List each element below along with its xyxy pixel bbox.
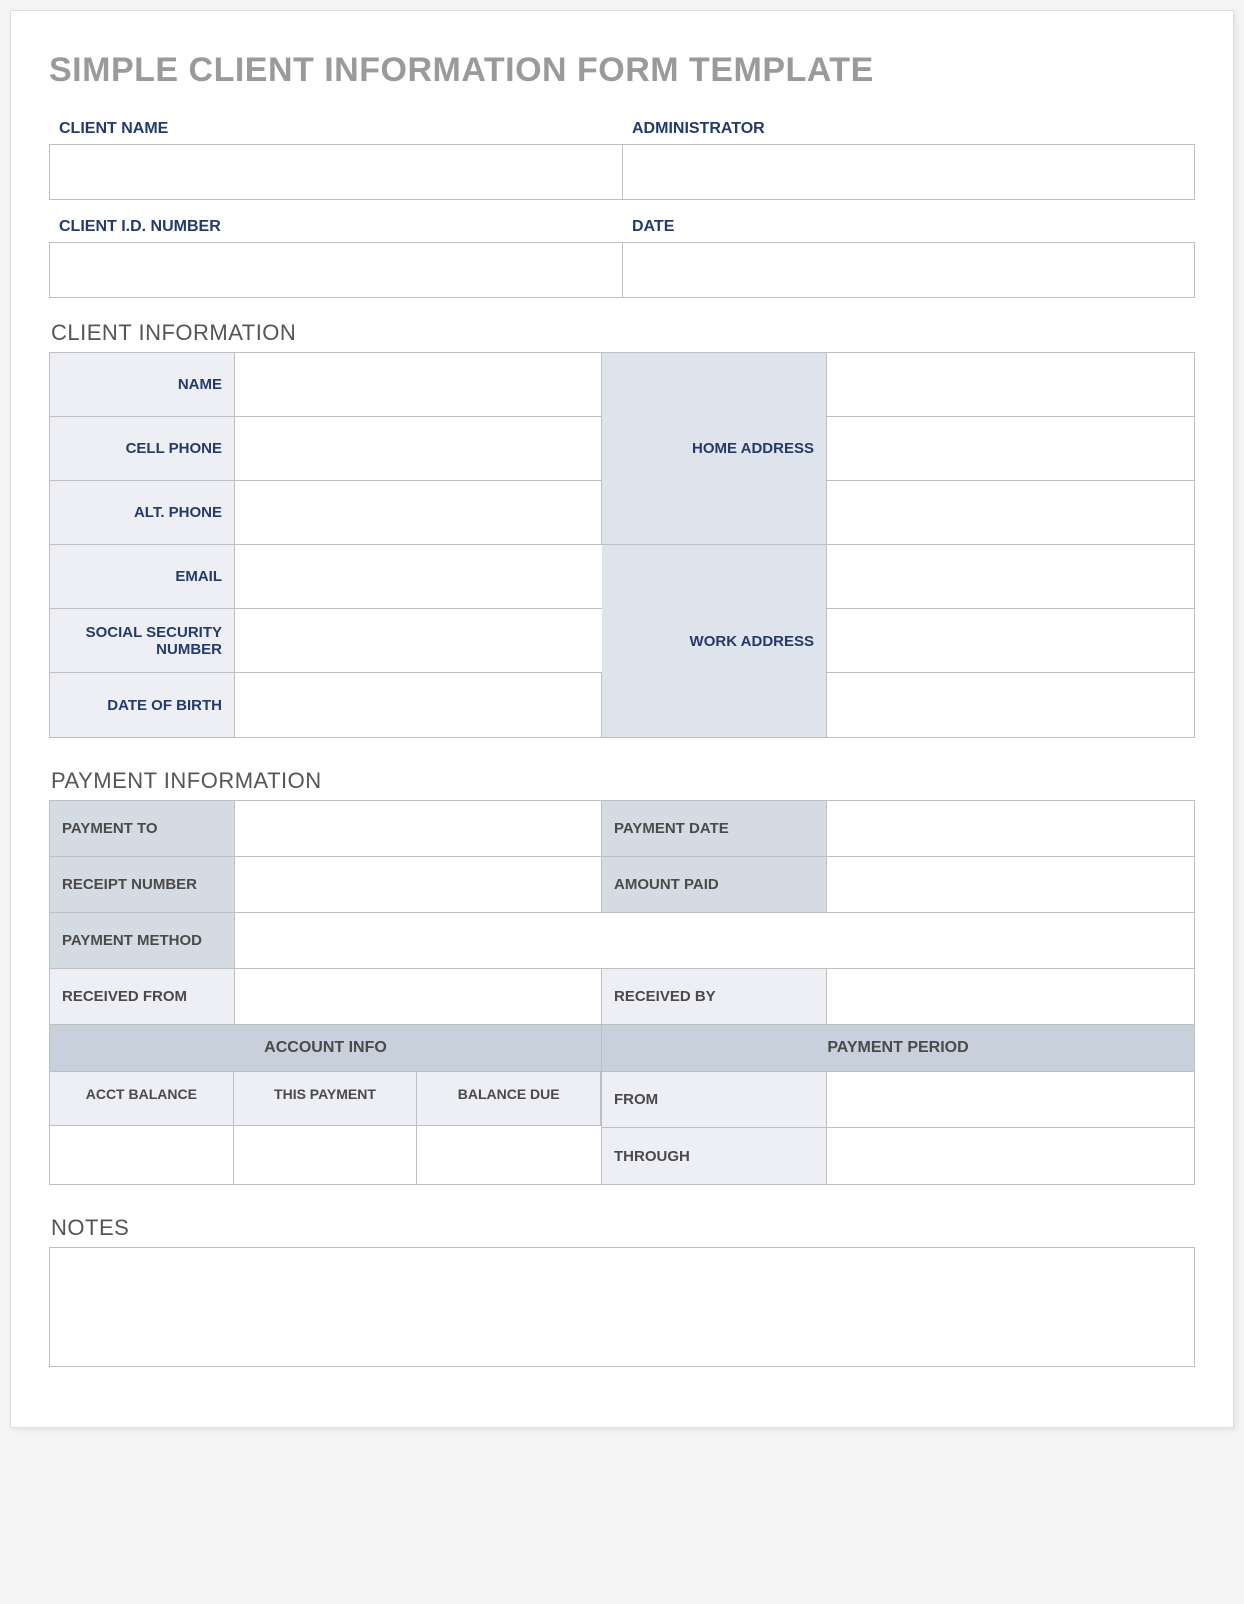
- payment-info-heading: PAYMENT INFORMATION: [51, 768, 1195, 794]
- client-info-table: NAME HOME ADDRESS CELL PHONE ALT. PHONE …: [49, 352, 1195, 738]
- client-name-label: CLIENT NAME: [49, 120, 622, 144]
- ssn-label: SOCIAL SECURITY NUMBER: [50, 609, 235, 673]
- from-label: FROM: [602, 1072, 827, 1128]
- home-address-input-2[interactable]: [827, 417, 1194, 480]
- payment-date-label: PAYMENT DATE: [602, 801, 827, 857]
- administrator-input[interactable]: [623, 145, 1195, 199]
- client-id-input[interactable]: [50, 243, 622, 297]
- amount-paid-input[interactable]: [827, 857, 1194, 912]
- dob-input[interactable]: [235, 673, 601, 737]
- amount-paid-label: AMOUNT PAID: [602, 857, 827, 913]
- date-input[interactable]: [623, 243, 1195, 297]
- alt-phone-input[interactable]: [235, 481, 601, 544]
- received-from-label: RECEIVED FROM: [50, 969, 235, 1025]
- payment-method-input[interactable]: [235, 913, 1194, 968]
- work-address-input-2[interactable]: [827, 609, 1194, 672]
- payment-method-label: PAYMENT METHOD: [50, 913, 235, 969]
- received-from-input[interactable]: [235, 969, 601, 1024]
- page-container: SIMPLE CLIENT INFORMATION FORM TEMPLATE …: [10, 10, 1234, 1428]
- name-input[interactable]: [235, 353, 601, 416]
- ssn-input[interactable]: [235, 609, 602, 672]
- from-input[interactable]: [827, 1072, 1194, 1127]
- administrator-label: ADMINISTRATOR: [622, 120, 1195, 144]
- payment-info-table: PAYMENT TO PAYMENT DATE RECEIPT NUMBER A…: [49, 800, 1195, 1185]
- through-input[interactable]: [827, 1128, 1194, 1184]
- client-info-heading: CLIENT INFORMATION: [51, 320, 1195, 346]
- home-address-label: HOME ADDRESS: [602, 353, 827, 545]
- acct-balance-label: ACCT BALANCE: [50, 1072, 234, 1126]
- name-label: NAME: [50, 353, 235, 417]
- payment-to-label: PAYMENT TO: [50, 801, 235, 857]
- notes-box: [49, 1247, 1195, 1367]
- this-payment-label: THIS PAYMENT: [234, 1072, 418, 1126]
- cell-phone-label: CELL PHONE: [50, 417, 235, 481]
- receipt-number-label: RECEIPT NUMBER: [50, 857, 235, 913]
- received-by-input[interactable]: [827, 969, 1194, 1024]
- balance-due-label: BALANCE DUE: [417, 1072, 601, 1126]
- home-address-input-1[interactable]: [827, 353, 1194, 416]
- work-address-input-3[interactable]: [827, 673, 1194, 737]
- work-address-label: WORK ADDRESS: [602, 545, 827, 737]
- email-input[interactable]: [235, 545, 602, 608]
- header-block: CLIENT NAME ADMINISTRATOR CLIENT I.D. NU…: [49, 120, 1195, 298]
- acct-balance-input[interactable]: [50, 1126, 233, 1185]
- home-address-input-3[interactable]: [827, 481, 1194, 544]
- balance-due-input[interactable]: [417, 1126, 601, 1185]
- work-address-input-1[interactable]: [827, 545, 1194, 608]
- page-title: SIMPLE CLIENT INFORMATION FORM TEMPLATE: [49, 51, 1195, 90]
- payment-period-header: PAYMENT PERIOD: [602, 1025, 1194, 1072]
- payment-date-input[interactable]: [827, 801, 1194, 856]
- cell-phone-input[interactable]: [235, 417, 601, 480]
- email-label: EMAIL: [50, 545, 235, 609]
- dob-label: DATE OF BIRTH: [50, 673, 235, 737]
- client-id-label: CLIENT I.D. NUMBER: [49, 218, 622, 242]
- through-label: THROUGH: [602, 1128, 827, 1184]
- payment-to-input[interactable]: [235, 801, 601, 856]
- alt-phone-label: ALT. PHONE: [50, 481, 235, 545]
- account-info-header: ACCOUNT INFO: [50, 1025, 602, 1072]
- this-payment-input[interactable]: [234, 1126, 417, 1185]
- date-label: DATE: [622, 218, 1195, 242]
- received-by-label: RECEIVED BY: [602, 969, 827, 1025]
- receipt-number-input[interactable]: [235, 857, 601, 912]
- notes-heading: NOTES: [51, 1215, 1195, 1241]
- notes-input[interactable]: [50, 1248, 1194, 1366]
- client-name-input[interactable]: [50, 145, 622, 199]
